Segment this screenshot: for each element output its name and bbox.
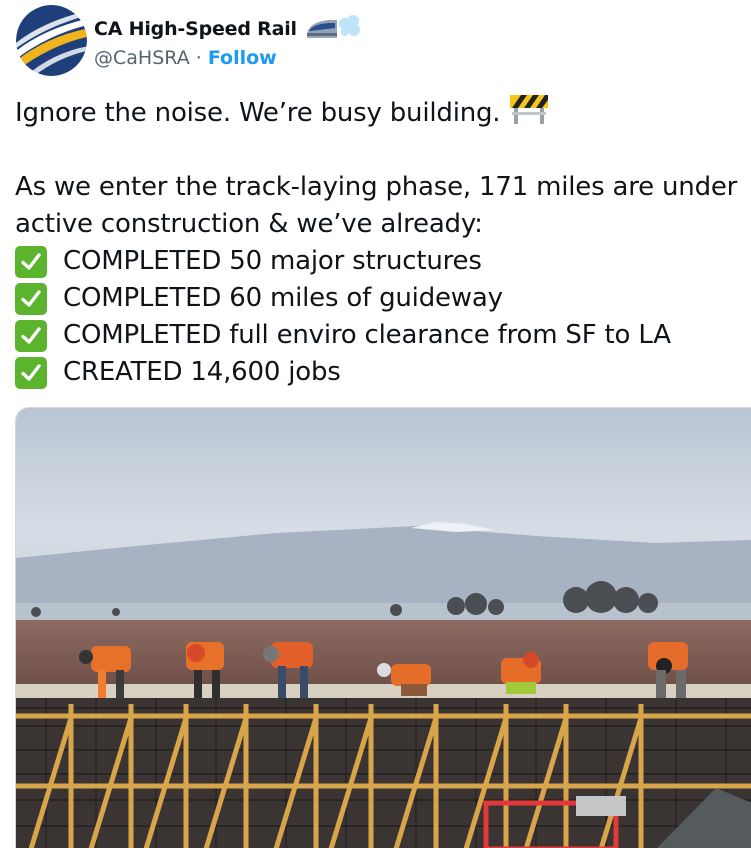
check-mark-button-icon xyxy=(15,245,47,278)
tweet-text: Ignore the noise. We’re busy building. A… xyxy=(15,95,751,391)
bullet-text: COMPLETED 50 major structures xyxy=(63,246,482,276)
cahsra-logo-icon xyxy=(16,5,87,76)
bullet-item: COMPLETED 60 miles of guideway xyxy=(15,280,751,317)
handle[interactable]: @CaHSRA xyxy=(94,47,190,69)
tweet-intro-line: Ignore the noise. We’re busy building. xyxy=(15,95,751,132)
check-mark-button-icon xyxy=(15,282,47,315)
bullet-item: COMPLETED 50 major structures xyxy=(15,243,751,280)
bullet-item: CREATED 14,600 jobs xyxy=(15,354,751,391)
construction-photo xyxy=(16,408,751,848)
tweet-header: CA High-Speed Rail @CaHSRA · Follow xyxy=(16,4,736,78)
train-and-dash-icon xyxy=(305,14,363,44)
follow-button[interactable]: Follow xyxy=(208,47,277,69)
bullet-text: CREATED 14,600 jobs xyxy=(63,357,341,387)
bullet-text: COMPLETED 60 miles of guideway xyxy=(63,283,503,313)
bullet-item: COMPLETED full enviro clearance from SF … xyxy=(15,317,751,354)
tweet-line-2: active construction & we’ve already: xyxy=(15,209,483,239)
handle-row: @CaHSRA · Follow xyxy=(94,47,277,69)
construction-barrier-icon xyxy=(510,92,549,135)
tweet-photo[interactable] xyxy=(15,407,751,848)
separator-dot: · xyxy=(195,47,208,69)
display-name[interactable]: CA High-Speed Rail xyxy=(94,18,297,40)
bullet-text: COMPLETED full enviro clearance from SF … xyxy=(63,320,671,350)
tweet-intro: Ignore the noise. We’re busy building. xyxy=(15,98,501,128)
check-mark-button-icon xyxy=(15,356,47,389)
avatar[interactable] xyxy=(16,5,87,76)
name-row: CA High-Speed Rail xyxy=(94,14,363,44)
tweet-line-1: As we enter the track-laying phase, 171 … xyxy=(15,172,738,202)
check-mark-button-icon xyxy=(15,319,47,352)
